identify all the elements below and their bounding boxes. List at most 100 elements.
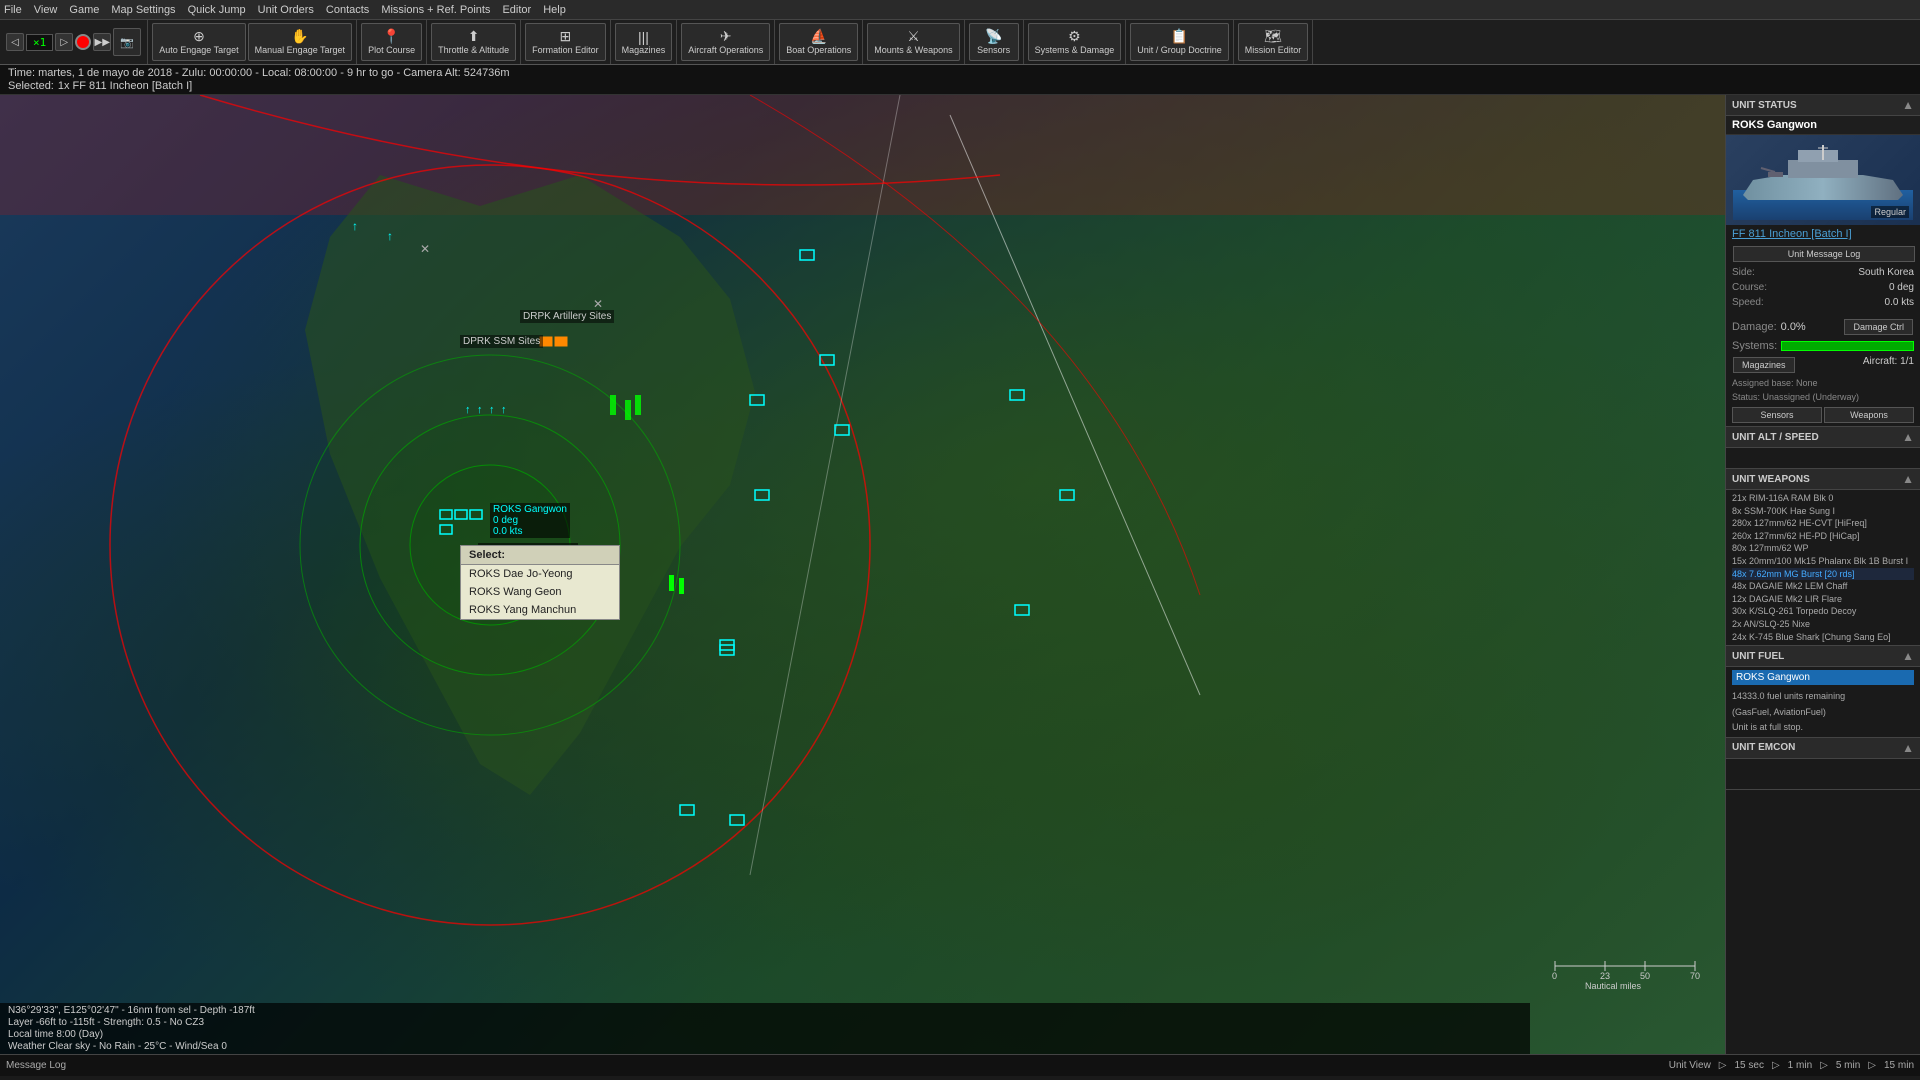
selected-label: Selected:	[8, 80, 54, 92]
weapon-5[interactable]: 15x 20mm/100 Mk15 Phalanx Blk 1B Burst I	[1732, 555, 1914, 568]
time-1min[interactable]: 1 min	[1788, 1060, 1812, 1071]
menu-game[interactable]: Game	[69, 4, 99, 16]
time-15min[interactable]: 15 min	[1884, 1060, 1914, 1071]
svg-text:Nautical miles: Nautical miles	[1585, 981, 1642, 991]
course-value: 0 deg	[1889, 282, 1914, 293]
boat-ops-button[interactable]: ⛵ Boat Operations	[779, 23, 858, 61]
record-button[interactable]	[75, 34, 91, 50]
damage-value: 0.0%	[1781, 321, 1806, 333]
speed-display: ×1	[26, 34, 53, 51]
weapon-3[interactable]: 260x 127mm/62 HE-PD [HiCap]	[1732, 530, 1914, 543]
unit-fuel-title: UNIT FUEL	[1732, 651, 1784, 662]
terrain-overlay	[0, 95, 1725, 1054]
coords-bar: N36°29'33", E125°02'47" - 16nm from sel …	[0, 1003, 1530, 1054]
main-layout: ↑ ↑ ↑ ↑ ↑ ↑	[0, 95, 1920, 1054]
fuel-name: ROKS Gangwon	[1732, 670, 1914, 685]
systems-icon: ⚙	[1068, 28, 1081, 45]
auto-engage-button[interactable]: ⊕ Auto Engage Target	[152, 23, 245, 61]
weapons-list: 21x RIM-116A RAM Blk 0 8x SSM-700K Hae S…	[1726, 490, 1920, 645]
magazines-group: ||| Magazines	[611, 20, 678, 64]
weapon-2[interactable]: 280x 127mm/62 HE-CVT [HiFreq]	[1732, 517, 1914, 530]
unit-fuel-header: UNIT FUEL ▲	[1726, 646, 1920, 667]
camera-button[interactable]: 📷	[113, 28, 141, 56]
menu-help[interactable]: Help	[543, 4, 566, 16]
map-area[interactable]: ↑ ↑ ↑ ↑ ↑ ↑	[0, 95, 1725, 1054]
unit-status-header: UNIT STATUS ▲	[1726, 95, 1920, 116]
context-menu-item-0[interactable]: ROKS Dae Jo-Yeong	[461, 565, 619, 583]
time-15sec[interactable]: 15 sec	[1735, 1060, 1764, 1071]
mounts-button[interactable]: ⚔ Mounts & Weapons	[867, 23, 959, 61]
info-bar: Time: martes, 1 de mayo de 2018 - Zulu: …	[0, 65, 1920, 95]
weapon-9[interactable]: 30x K/SLQ-261 Torpedo Decoy	[1732, 605, 1914, 618]
weapon-4[interactable]: 80x 127mm/62 WP	[1732, 542, 1914, 555]
coords-line2: Layer -66ft to -115ft - Strength: 0.5 - …	[8, 1017, 1522, 1028]
mission-editor-button[interactable]: 🗺 Mission Editor	[1238, 23, 1309, 61]
course-label: Course:	[1732, 282, 1767, 293]
systems-row: Systems:	[1726, 338, 1920, 354]
throttle-icon: ⬆	[468, 28, 480, 45]
unit-status-collapse[interactable]: ▲	[1902, 98, 1914, 112]
menu-quick-jump[interactable]: Quick Jump	[188, 4, 246, 16]
coords-line3: Local time 8:00 (Day)	[8, 1029, 1522, 1040]
message-log-label: Message Log	[6, 1060, 66, 1071]
drpk-ssm-label: DPRK SSM Sites	[460, 335, 543, 348]
unit-quality: Regular	[1871, 206, 1909, 218]
magazines-aircraft-row: Magazines Aircraft: 1/1	[1726, 354, 1920, 376]
menu-unit-orders[interactable]: Unit Orders	[258, 4, 314, 16]
manual-engage-button[interactable]: ✋ Manual Engage Target	[248, 23, 352, 61]
aircraft-ops-button[interactable]: ✈ Aircraft Operations	[681, 23, 770, 61]
fuel-status: Unit is at full stop.	[1726, 721, 1920, 737]
weapons-panel-button[interactable]: Weapons	[1824, 407, 1914, 423]
weapon-10[interactable]: 2x AN/SLQ-25 Nixe	[1732, 618, 1914, 631]
unit-class-link[interactable]: FF 811 Incheon [Batch I]	[1726, 225, 1920, 243]
rewind-button[interactable]: ◁	[6, 33, 24, 51]
weapon-6[interactable]: 48x 7.62mm MG Burst [20 rds]	[1732, 568, 1914, 581]
manual-engage-label: Manual Engage Target	[255, 46, 345, 56]
menu-contacts[interactable]: Contacts	[326, 4, 369, 16]
mission-editor-group: 🗺 Mission Editor	[1234, 20, 1314, 64]
fast-forward-button[interactable]: ▶▶	[93, 33, 111, 51]
sensors-button[interactable]: 📡 Sensors	[969, 23, 1019, 61]
message-log-button[interactable]: Unit Message Log	[1733, 246, 1915, 262]
weapon-1[interactable]: 8x SSM-700K Hae Sung I	[1732, 505, 1914, 518]
damage-ctrl-button[interactable]: Damage Ctrl	[1844, 319, 1913, 335]
unit-alt-speed-header: UNIT ALT / SPEED ▲	[1726, 427, 1920, 448]
course-row: Course: 0 deg	[1726, 280, 1920, 295]
magazines-panel-button[interactable]: Magazines	[1733, 357, 1795, 373]
damage-row: Damage: 0.0% Damage Ctrl	[1726, 316, 1920, 338]
menu-editor[interactable]: Editor	[502, 4, 531, 16]
unit-emcon-collapse[interactable]: ▲	[1902, 741, 1914, 755]
weapon-8[interactable]: 12x DAGAIE Mk2 LIR Flare	[1732, 593, 1914, 606]
context-menu-item-1[interactable]: ROKS Wang Geon	[461, 583, 619, 601]
menu-view[interactable]: View	[34, 4, 58, 16]
weapon-0[interactable]: 21x RIM-116A RAM Blk 0	[1732, 492, 1914, 505]
unit-alt-speed-collapse[interactable]: ▲	[1902, 430, 1914, 444]
mission-editor-icon: 🗺	[1264, 28, 1282, 45]
weapon-7[interactable]: 48x DAGAIE Mk2 LEM Chaff	[1732, 580, 1914, 593]
time-5min[interactable]: 5 min	[1836, 1060, 1860, 1071]
context-menu-item-2[interactable]: ROKS Yang Manchun	[461, 601, 619, 619]
menu-missions[interactable]: Missions + Ref. Points	[381, 4, 490, 16]
unit-fuel-collapse[interactable]: ▲	[1902, 649, 1914, 663]
formation-button[interactable]: ⊞ Formation Editor	[525, 23, 606, 61]
throttle-button[interactable]: ⬆ Throttle & Altitude	[431, 23, 516, 61]
time-nav-icon-1[interactable]: ▷	[1772, 1060, 1780, 1071]
sensors-icon: 📡	[985, 28, 1002, 45]
time-nav-icon-0[interactable]: ▷	[1719, 1060, 1727, 1071]
magazines-button[interactable]: ||| Magazines	[615, 23, 673, 61]
systems-button[interactable]: ⚙ Systems & Damage	[1028, 23, 1122, 61]
menu-map-settings[interactable]: Map Settings	[111, 4, 175, 16]
menu-file[interactable]: File	[4, 4, 22, 16]
time-nav-icon-2[interactable]: ▷	[1820, 1060, 1828, 1071]
plot-course-button[interactable]: 📍 Plot Course	[361, 23, 422, 61]
weapon-11[interactable]: 24x K-745 Blue Shark [Chung Sang Eo]	[1732, 631, 1914, 644]
doctrine-button[interactable]: 📋 Unit / Group Doctrine	[1130, 23, 1229, 61]
sensors-panel-button[interactable]: Sensors	[1732, 407, 1822, 423]
selected-unit: 1x FF 811 Incheon [Batch I]	[58, 80, 192, 92]
play-button[interactable]: ▷	[55, 33, 73, 51]
unit-weapons-collapse[interactable]: ▲	[1902, 472, 1914, 486]
coords-line1: N36°29'33", E125°02'47" - 16nm from sel …	[8, 1005, 1522, 1016]
time-nav-icon-3[interactable]: ▷	[1868, 1060, 1876, 1071]
sensors-label: Sensors	[977, 46, 1010, 56]
aircraft-label: Aircraft: 1/1	[1863, 356, 1914, 374]
